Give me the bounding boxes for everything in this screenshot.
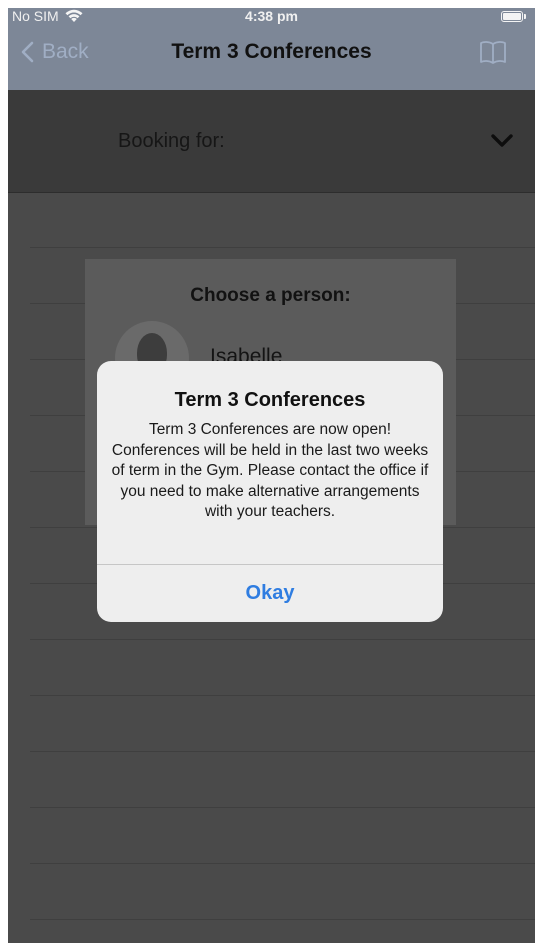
list-divider: [30, 247, 535, 248]
list-divider: [30, 695, 535, 696]
book-icon[interactable]: [479, 39, 507, 65]
okay-button[interactable]: Okay: [97, 565, 443, 622]
navigation-bar: Back Term 3 Conferences: [8, 26, 535, 90]
list-divider: [30, 863, 535, 864]
battery-icon: [501, 11, 526, 22]
top-bar: No SIM 4:38 pm Back Term 3 Conferences: [8, 8, 535, 90]
booking-for-selector[interactable]: Booking for:: [8, 90, 535, 193]
list-divider: [30, 807, 535, 808]
list-divider: [30, 639, 535, 640]
app-screen: No SIM 4:38 pm Back Term 3 Conferences B…: [8, 8, 535, 943]
choose-person-title: Choose a person:: [190, 285, 351, 306]
status-bar: No SIM 4:38 pm: [8, 8, 535, 26]
alert-dialog: Term 3 Conferences Term 3 Conferences ar…: [97, 361, 443, 622]
alert-message: Term 3 Conferences are now open! Confere…: [111, 421, 429, 520]
list-divider: [30, 919, 535, 920]
list-divider: [30, 751, 535, 752]
status-time: 4:38 pm: [245, 8, 298, 24]
alert-title: Term 3 Conferences: [174, 389, 366, 411]
booking-for-label: Booking for:: [118, 130, 225, 152]
page-title: Term 3 Conferences: [171, 40, 372, 63]
chevron-down-icon: [491, 134, 513, 147]
